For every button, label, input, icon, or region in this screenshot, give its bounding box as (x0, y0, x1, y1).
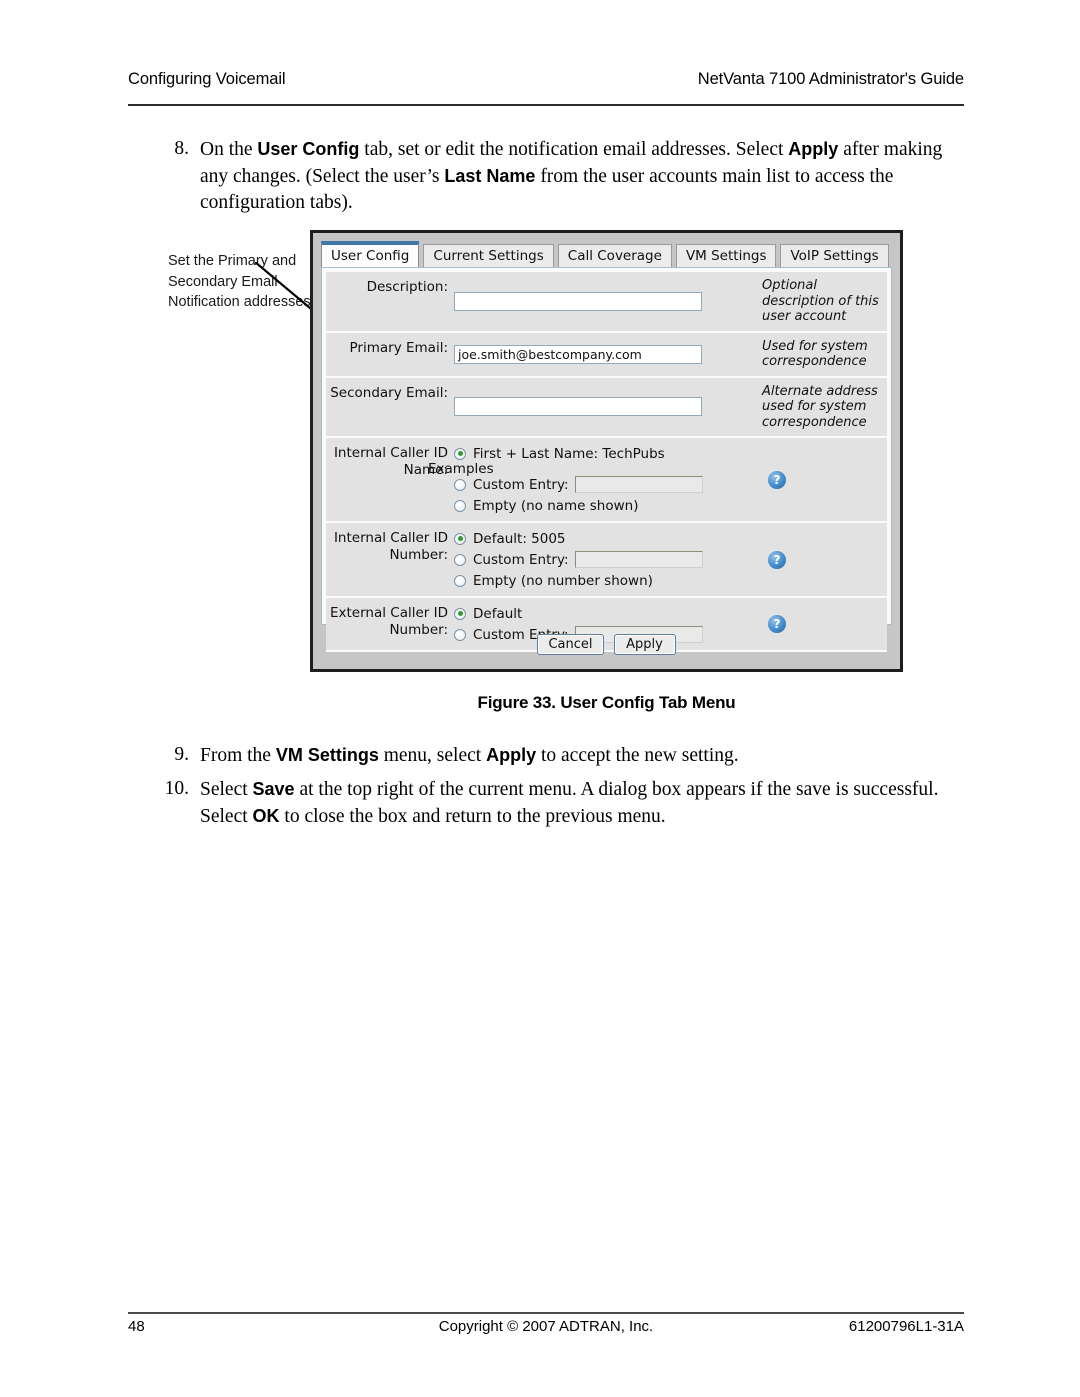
application-window: User Config Current Settings Call Coverage… (321, 241, 892, 661)
description-input[interactable] (454, 291, 702, 311)
step-text: Select Save at the top right of the curr… (200, 779, 939, 827)
emphasis-text: Last Name (444, 166, 536, 186)
field-hint: Used for system correspondence (762, 338, 868, 370)
custom-entry-input[interactable] (574, 476, 703, 493)
radio-group-options: First + Last Name: TechPubs Examples Custo… (428, 438, 754, 521)
header-document-title: NetVanta 7100 Administrator's Guide (697, 70, 964, 88)
form-field-rows: Description: Optional description of this… (326, 272, 887, 438)
figure-caption: Figure 33. User Config Tab Menu (477, 693, 736, 712)
field-hint: Alternate address used for system corres… (762, 383, 878, 430)
help-icon-container: ? (754, 523, 887, 596)
emphasis-text: Apply (788, 139, 839, 159)
field-row: Secondary Email: Alternate address used f… (326, 377, 887, 438)
primary-email-input[interactable]: joe.smith@bestcompany.com (454, 344, 702, 364)
tab-vm-settings[interactable]: VM Settings (675, 244, 777, 268)
page-footer: 48 Copyright © 2007 ADTRAN, Inc. 6120079… (128, 1318, 964, 1344)
radio-option-label: Empty (no number shown) (473, 572, 653, 589)
field-hint: Optional description of this user accoun… (762, 278, 879, 324)
radio-option-label: Custom Entry: (473, 551, 569, 568)
emphasis-text: OK (252, 806, 280, 826)
help-icon[interactable]: ? (768, 470, 786, 489)
radio-option[interactable]: Custom Entry: (454, 549, 754, 570)
radio-unselected-icon[interactable] (454, 478, 466, 491)
header-chapter-title: Configuring Voicemail (128, 70, 286, 88)
radio-unselected-icon[interactable] (454, 499, 466, 512)
step-text: On the User Config tab, set or edit the … (200, 139, 943, 213)
step-number: 8. (174, 138, 189, 159)
field-label: Primary Email: (349, 339, 448, 356)
radio-group-row: Internal Caller ID Name: First + Last Nam… (326, 438, 887, 523)
help-icon[interactable]: ? (768, 550, 786, 569)
help-icon-container: ? (754, 438, 887, 521)
field-row: Description: Optional description of this… (326, 272, 887, 333)
cancel-button[interactable]: Cancel (537, 633, 604, 655)
radio-group-row: Internal Caller ID Number: Default: 5005 C… (326, 523, 887, 598)
tab-voip-settings[interactable]: VoIP Settings (780, 244, 889, 268)
tab-strip: User Config Current Settings Call Coverage… (321, 241, 892, 268)
screenshot-figure: User Config Current Settings Call Coverage… (310, 230, 903, 672)
radio-option-label: Empty (no name shown) (473, 497, 639, 514)
field-control: joe.smith@bestcompany.com (454, 333, 754, 376)
footer-divider (128, 1312, 964, 1314)
dialog-button-bar: Cancel Apply (321, 627, 892, 661)
document-number: 61200796L1-31A (848, 1318, 964, 1335)
radio-option-label: First + Last Name: TechPubs (473, 445, 665, 462)
emphasis-text: Save (252, 779, 295, 799)
radio-option[interactable]: Default (454, 603, 754, 624)
radio-group-options: Default: 5005 Custom Entry: Empty (no numb… (454, 523, 754, 596)
user-config-panel: Description: Optional description of this… (321, 267, 892, 652)
radio-option-label: Custom Entry: (473, 476, 569, 493)
field-control (454, 272, 754, 331)
radio-option[interactable]: Default: 5005 (454, 528, 754, 549)
tab-call-coverage[interactable]: Call Coverage (557, 244, 672, 268)
step-item-10: 10. Select Save at the top right of the … (148, 776, 968, 830)
radio-option-label: Default: 5005 (473, 530, 566, 547)
radio-selected-icon[interactable] (454, 607, 466, 620)
radio-unselected-icon[interactable] (454, 553, 466, 566)
step-text: From the VM Settings menu, select Apply … (200, 745, 739, 766)
radio-selected-icon[interactable] (454, 447, 466, 460)
radio-option-rows: Internal Caller ID Name: First + Last Nam… (326, 438, 887, 652)
radio-unselected-icon[interactable] (454, 574, 466, 587)
callout-annotation: Set the Primary and Secondary Email Noti… (168, 253, 315, 310)
radio-selected-icon[interactable] (454, 532, 466, 545)
step-item-9: 9. From the VM Settings menu, select App… (155, 742, 965, 769)
custom-entry-input[interactable] (574, 551, 703, 568)
step-number: 9. (174, 744, 189, 765)
copyright-text: Copyright © 2007 ADTRAN, Inc. (438, 1318, 654, 1335)
radio-option-label: Default (473, 605, 523, 622)
tab-user-config[interactable]: User Config (321, 241, 420, 268)
radio-option[interactable]: Empty (no name shown) (454, 495, 754, 516)
emphasis-text: VM Settings (275, 745, 379, 765)
tab-current-settings[interactable]: Current Settings (423, 244, 554, 268)
header-divider (128, 104, 964, 106)
radio-option[interactable]: Empty (no number shown) (454, 570, 754, 591)
step-number: 10. (164, 778, 189, 799)
apply-button[interactable]: Apply (613, 633, 676, 655)
field-row: Primary Email: joe.smith@bestcompany.com U… (326, 332, 887, 378)
secondary-email-input[interactable] (454, 397, 702, 417)
step-item-8: 8. On the User Config tab, set or edit t… (155, 136, 965, 216)
radio-group-label: Internal Caller ID Name: (333, 445, 448, 478)
field-label: Description: (366, 279, 448, 295)
radio-option[interactable]: Custom Entry: (454, 474, 754, 495)
emphasis-text: Apply (486, 745, 537, 765)
radio-group-label: Internal Caller ID Number: (333, 530, 448, 563)
field-control (454, 378, 754, 437)
field-label: Secondary Email: (330, 384, 448, 401)
emphasis-text: User Config (257, 139, 360, 159)
